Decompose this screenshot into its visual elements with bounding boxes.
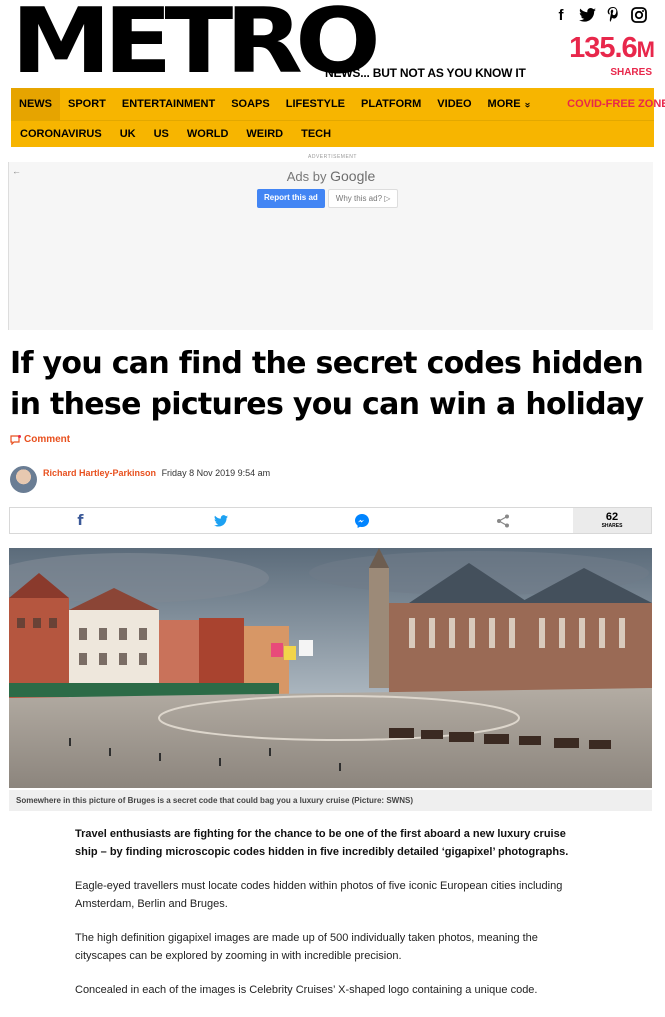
article-body: Travel enthusiasts are fighting for the … — [75, 825, 575, 1015]
facebook-icon[interactable]: f — [552, 6, 570, 24]
ad-container: ← Ads by Google Report this ad Why this … — [8, 162, 653, 330]
subnav-item-tech[interactable]: TECH — [292, 128, 340, 140]
facebook-share-button[interactable]: f — [10, 508, 151, 533]
nav-item-soaps[interactable]: SOAPS — [223, 88, 278, 120]
secondary-nav: CORONAVIRUS UK US WORLD WEIRD TECH — [11, 120, 654, 147]
byline: Richard Hartley-Parkinson Friday 8 Nov 2… — [43, 468, 270, 478]
total-shares-count: 135.6M — [548, 30, 655, 68]
subnav-item-weird[interactable]: WEIRD — [237, 128, 292, 140]
nav-item-news[interactable]: NEWS — [11, 88, 60, 120]
tagline: NEWS... BUT NOT AS YOU KNOW IT — [325, 66, 526, 80]
article-paragraph: Eagle-eyed travellers must locate codes … — [75, 880, 563, 910]
article-paragraph: The high definition gigapixel images are… — [75, 932, 538, 962]
facebook-icon: f — [77, 512, 84, 529]
comment-icon — [10, 434, 21, 445]
subnav-item-uk[interactable]: UK — [111, 128, 145, 140]
report-ad-button[interactable]: Report this ad — [257, 189, 325, 208]
publish-date: Friday 8 Nov 2019 9:54 am — [161, 468, 271, 478]
metro-logo[interactable]: METRO — [11, 0, 381, 87]
article-photo[interactable] — [9, 548, 652, 788]
nav-item-sport[interactable]: SPORT — [60, 88, 114, 120]
twitter-icon[interactable] — [578, 6, 596, 24]
article-lead: Travel enthusiasts are fighting for the … — [75, 828, 569, 858]
share-icon — [496, 514, 509, 527]
article-paragraph: Concealed in each of the images is Celeb… — [75, 984, 538, 996]
double-chevron-down-icon: » — [521, 102, 533, 108]
why-this-ad-label: Why this ad? — [335, 194, 383, 203]
comment-link[interactable]: Comment — [10, 434, 70, 445]
share-options-button[interactable] — [432, 508, 573, 533]
share-count-number: 62 — [605, 511, 619, 523]
why-this-ad-button[interactable]: Why this ad? ▷ — [327, 189, 399, 208]
nav-item-video[interactable]: VIDEO — [429, 88, 479, 120]
ads-by-google: Ads by Google — [9, 168, 653, 184]
ad-choices-icon: ▷ — [384, 194, 391, 203]
bruges-market-square-image — [9, 548, 652, 788]
advertisement-label: ADVERTISEMENT — [308, 154, 357, 160]
nav-item-platform[interactable]: PLATFORM — [353, 88, 429, 120]
social-links: f — [552, 6, 648, 24]
photo-caption: Somewhere in this picture of Bruges is a… — [9, 790, 652, 811]
nav-item-entertainment[interactable]: ENTERTAINMENT — [114, 88, 223, 120]
shares-label: SHARES — [610, 67, 652, 78]
instagram-icon[interactable] — [630, 6, 648, 24]
author-name[interactable]: Richard Hartley-Parkinson — [43, 468, 156, 478]
ads-by-label: Ads by — [286, 169, 327, 184]
comment-label: Comment — [24, 434, 71, 445]
subnav-item-us[interactable]: US — [145, 128, 178, 140]
nav-item-more[interactable]: MORE » — [480, 88, 538, 120]
share-count-label: SHARES — [601, 523, 623, 529]
primary-nav: NEWS SPORT ENTERTAINMENT SOAPS LIFESTYLE… — [11, 88, 665, 120]
twitter-icon — [214, 514, 229, 527]
subnav-item-coronavirus[interactable]: CORONAVIRUS — [11, 128, 111, 140]
article-share-count: 62 SHARES — [573, 508, 651, 533]
messenger-share-button[interactable] — [292, 508, 433, 533]
shares-unit: M — [636, 37, 655, 62]
messenger-icon — [354, 513, 369, 528]
site-header: METRO NEWS... BUT NOT AS YOU KNOW IT f 1… — [0, 0, 665, 88]
twitter-share-button[interactable] — [151, 508, 292, 533]
shares-number: 135.6 — [569, 32, 638, 64]
nav-item-lifestyle[interactable]: LIFESTYLE — [278, 88, 353, 120]
nav-item-covid-free-zone[interactable]: COVID-FREE ZONE — [559, 88, 665, 120]
pinterest-icon[interactable] — [604, 6, 622, 24]
subnav-item-world[interactable]: WORLD — [178, 128, 238, 140]
share-bar: f 62 SHARES — [9, 507, 652, 534]
google-wordmark: Google — [330, 168, 376, 184]
author-avatar[interactable] — [10, 466, 37, 493]
article-headline: If you can find the secret codes hidden … — [10, 346, 644, 422]
ad-buttons: Report this ad Why this ad? ▷ — [257, 189, 399, 208]
